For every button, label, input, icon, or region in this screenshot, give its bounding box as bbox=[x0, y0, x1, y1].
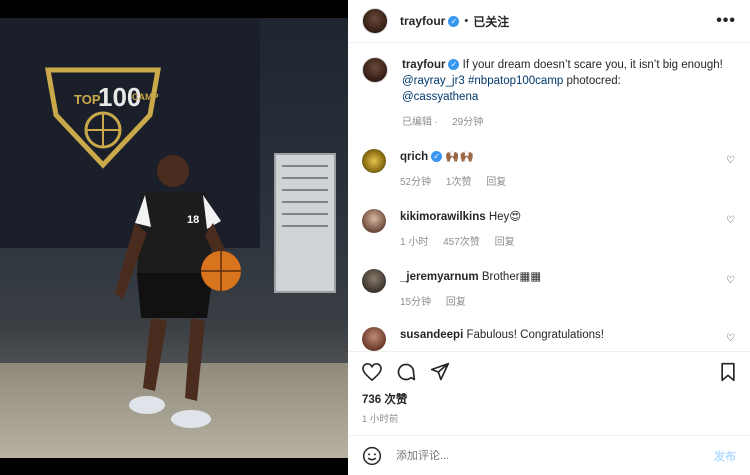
like-count[interactable]: 736 次赞 bbox=[348, 391, 750, 407]
caption-body: trayfour ✓ If your dream doesn’t scare yo… bbox=[402, 57, 736, 131]
comment-time: 1 小时 bbox=[400, 237, 429, 248]
verified-icon: ✓ bbox=[448, 15, 460, 27]
logo-top-text: TOP bbox=[74, 92, 101, 107]
reply-button[interactable]: 回复 bbox=[446, 297, 466, 308]
comment-username[interactable]: _jeremyarnum bbox=[400, 271, 479, 283]
comment-text: Hey😍 bbox=[488, 211, 522, 223]
like-comment-icon[interactable]: ♡ bbox=[726, 215, 736, 226]
caption-text: If your dream doesn’t scare you, it isn’… bbox=[462, 59, 723, 71]
caption-text-mid: photocred: bbox=[563, 75, 621, 87]
caption-meta: 已编辑 · 29分钟 bbox=[402, 117, 484, 128]
share-send-icon[interactable] bbox=[430, 362, 450, 382]
comment-text: Brother▦▦ bbox=[481, 271, 542, 283]
mention-link[interactable]: @rayray_jr3 bbox=[402, 75, 465, 87]
verified-icon: ✓ bbox=[431, 151, 443, 163]
commenter-avatar[interactable] bbox=[362, 149, 386, 173]
add-comment-bar: 发布 bbox=[348, 435, 750, 475]
comment-item: qrich ✓ 🙌🏾🙌🏾 52分钟 1次赞 回复 ♡ bbox=[362, 149, 736, 191]
comment-username[interactable]: kikimorawilkins bbox=[400, 211, 486, 223]
whiteboard bbox=[274, 153, 336, 293]
post-comment-button[interactable]: 发布 bbox=[714, 448, 736, 464]
author-username[interactable]: trayfour bbox=[400, 14, 445, 28]
jersey-number: 18 bbox=[187, 214, 199, 226]
post-sidebar: trayfour ✓ • 已关注 ••• trayfour ✓ If your d… bbox=[348, 0, 750, 475]
comment-time: 15分钟 bbox=[400, 297, 432, 308]
post-photo[interactable]: TOP 100 CAMP 18 bbox=[0, 0, 348, 475]
photo-scene: TOP 100 CAMP 18 bbox=[0, 18, 348, 458]
reply-button[interactable]: 回复 bbox=[495, 237, 515, 248]
header-separator: • bbox=[464, 15, 469, 27]
following-button[interactable]: 已关注 bbox=[473, 13, 509, 30]
like-heart-icon[interactable] bbox=[362, 362, 382, 381]
hashtag-link[interactable]: #nbpatop100camp bbox=[468, 75, 563, 87]
like-comment-icon[interactable]: ♡ bbox=[726, 333, 736, 344]
comment-text: 🙌🏾🙌🏾 bbox=[445, 151, 474, 163]
like-comment-icon[interactable]: ♡ bbox=[726, 155, 736, 166]
comment-item: kikimorawilkins Hey😍 1 小时 457次赞 回复 ♡ bbox=[362, 209, 736, 251]
post-caption: trayfour ✓ If your dream doesn’t scare yo… bbox=[362, 57, 736, 131]
comment-username[interactable]: qrich bbox=[400, 151, 428, 163]
logo-bottom-text: CAMP bbox=[132, 92, 159, 102]
comment-likes[interactable]: 1次赞 bbox=[446, 177, 472, 188]
caption-avatar[interactable] bbox=[362, 57, 388, 83]
bookmark-icon[interactable] bbox=[720, 362, 736, 382]
post-timestamp[interactable]: 1 小时前 bbox=[348, 407, 750, 435]
comment-username[interactable]: susandeepi bbox=[400, 329, 463, 341]
emoji-picker-icon[interactable] bbox=[362, 446, 382, 466]
reply-button[interactable]: 回复 bbox=[486, 177, 506, 188]
comment-item: _jeremyarnum Brother▦▦ 15分钟 回复 ♡ bbox=[362, 269, 736, 311]
comment-time: 52分钟 bbox=[400, 177, 432, 188]
commenter-avatar[interactable] bbox=[362, 327, 386, 351]
post-header: trayfour ✓ • 已关注 ••• bbox=[348, 0, 750, 43]
caption-username[interactable]: trayfour bbox=[402, 59, 445, 71]
mention-link-2[interactable]: @cassyathena bbox=[402, 91, 478, 103]
comment-text: Fabulous! Congratulations! bbox=[466, 329, 604, 341]
verified-icon: ✓ bbox=[448, 59, 460, 71]
post-actions bbox=[348, 351, 750, 391]
author-avatar[interactable] bbox=[362, 8, 388, 34]
commenter-avatar[interactable] bbox=[362, 209, 386, 233]
comment-item: susandeepi Fabulous! Congratulations! ♡ bbox=[362, 327, 736, 351]
like-comment-icon[interactable]: ♡ bbox=[726, 275, 736, 286]
comment-likes[interactable]: 457次赞 bbox=[443, 237, 480, 248]
more-options-icon[interactable]: ••• bbox=[716, 12, 736, 30]
add-comment-input[interactable] bbox=[396, 449, 714, 462]
comments-panel[interactable]: trayfour ✓ If your dream doesn’t scare yo… bbox=[348, 43, 750, 351]
commenter-avatar[interactable] bbox=[362, 269, 386, 293]
edited-label: 已编辑 bbox=[402, 117, 432, 128]
caption-time: 29分钟 bbox=[452, 117, 484, 128]
comment-bubble-icon[interactable] bbox=[396, 362, 416, 382]
basketball-player: 18 bbox=[115, 155, 241, 428]
